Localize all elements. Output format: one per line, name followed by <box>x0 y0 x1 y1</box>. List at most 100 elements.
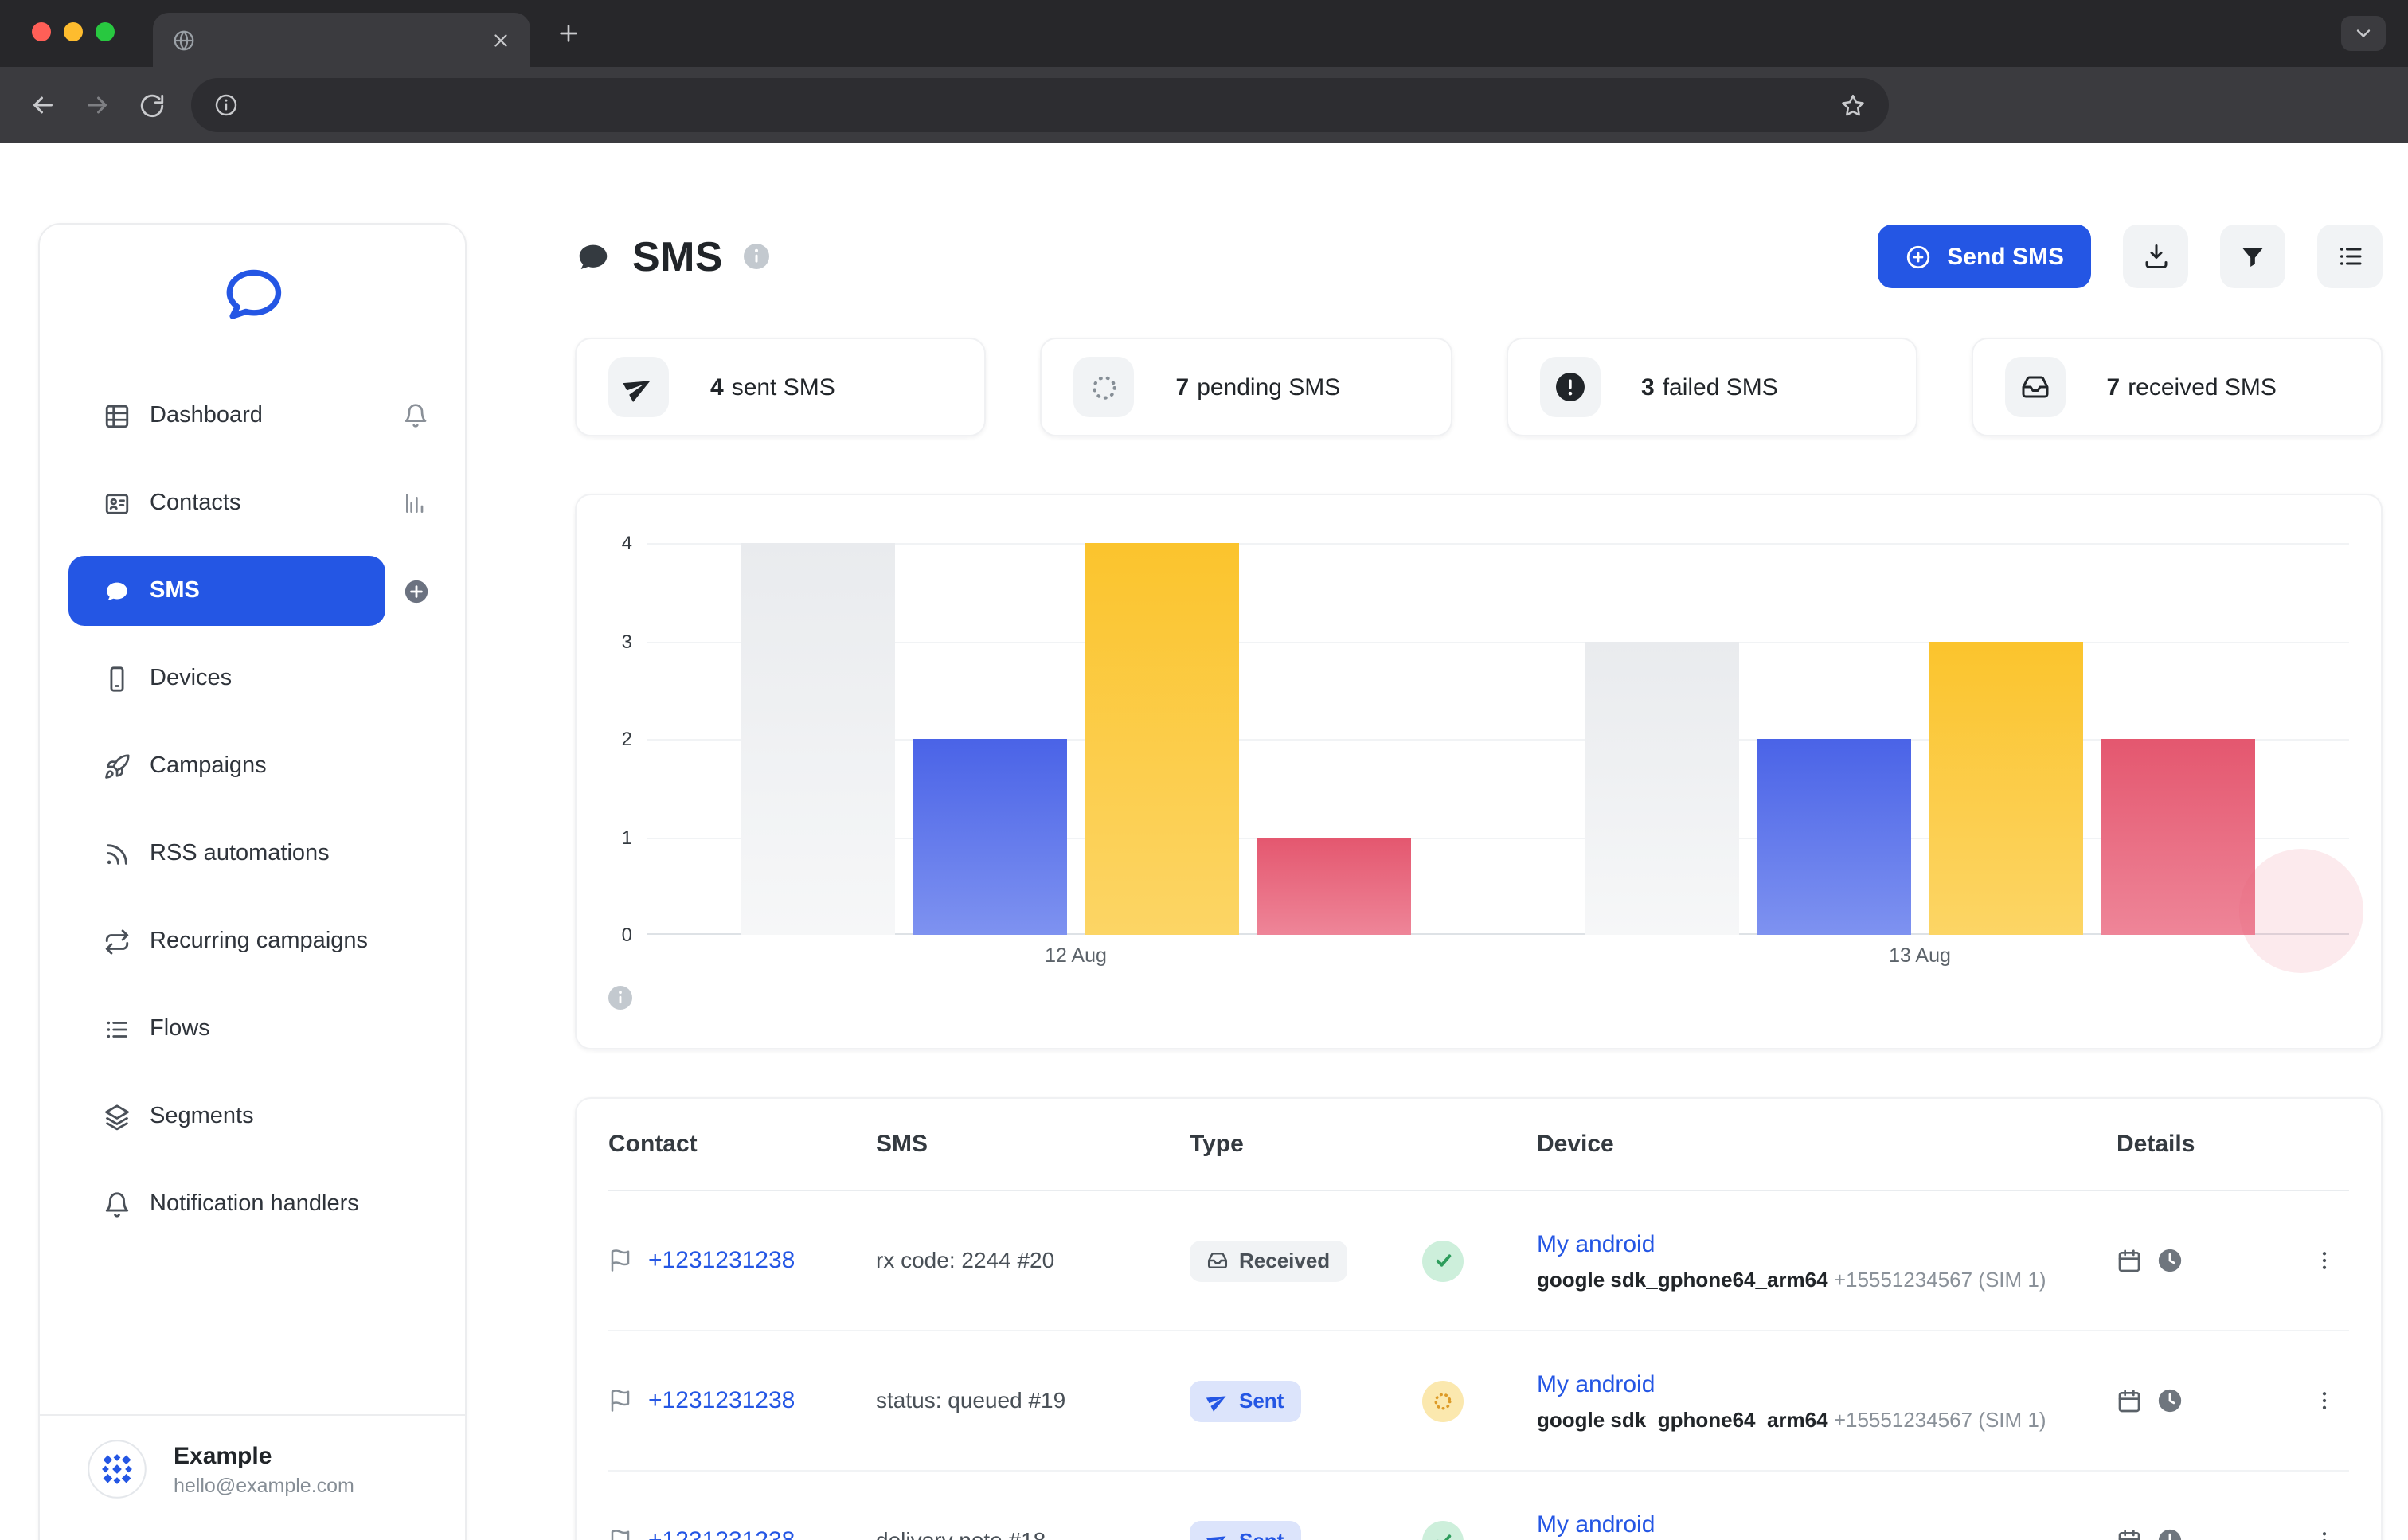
info-icon[interactable] <box>744 244 769 269</box>
sidebar-item-label: Segments <box>150 1104 254 1129</box>
contact-phone-link[interactable]: +1231231238 <box>648 1247 795 1274</box>
column-header-type: Type <box>1190 1131 1537 1158</box>
row-menu-kebab-icon[interactable] <box>2312 1389 2336 1413</box>
row-menu-kebab-icon[interactable] <box>2312 1249 2336 1272</box>
stat-text: 4sent SMS <box>710 373 835 401</box>
header-actions: Send SMS <box>1877 225 2383 288</box>
sidebar-item-notification-handlers[interactable]: Notification handlers <box>68 1169 436 1239</box>
y-tick: 4 <box>622 532 632 554</box>
new-tab-button[interactable] <box>556 21 581 46</box>
sidebar-item-segments[interactable]: Segments <box>68 1081 436 1151</box>
calendar-icon[interactable] <box>2117 1248 2142 1273</box>
inbox-icon <box>2005 357 2066 417</box>
bar-pending-12-aug <box>1085 543 1239 935</box>
forward-button[interactable] <box>70 78 124 132</box>
sidebar-item-label: Campaigns <box>150 753 267 779</box>
main-panel: SMS Send SMS <box>575 223 2383 1540</box>
clock-icon[interactable] <box>2156 1527 2183 1540</box>
address-bar[interactable] <box>191 78 1889 132</box>
y-tick: 0 <box>622 924 632 946</box>
column-header-sms: SMS <box>876 1131 1190 1158</box>
layers-icon <box>104 1103 131 1130</box>
site-info-icon[interactable] <box>213 92 239 118</box>
table-row: +1231231238 delivery note #18 Sent <box>608 1472 2349 1540</box>
sidebar-item-flows[interactable]: Flows <box>68 994 436 1064</box>
sidebar-item-rss-automations[interactable]: RSS automations <box>68 819 436 889</box>
grid-icon <box>104 402 131 429</box>
column-header-device: Device <box>1537 1131 2117 1158</box>
browser-window: Dashboard Contacts <box>0 0 2408 1540</box>
zoom-window-button[interactable] <box>96 22 115 41</box>
bookmark-star-icon[interactable] <box>1839 92 1867 119</box>
stat-card-received: 7received SMS <box>1972 338 2383 436</box>
alert-icon <box>1539 357 1600 417</box>
stat-text: 7received SMS <box>2107 373 2277 401</box>
bell-icon[interactable] <box>395 403 436 428</box>
bell-icon <box>104 1190 131 1218</box>
device-details: google sdk_gphone64_arm64 +15551234567 (… <box>1537 1407 2117 1431</box>
device-link[interactable]: My android <box>1537 1230 1655 1257</box>
list-view-button[interactable] <box>2317 225 2383 288</box>
download-button[interactable] <box>2123 225 2188 288</box>
repeat-icon <box>104 928 131 955</box>
bar-failed-13-aug <box>2101 739 2255 935</box>
sidebar-item-label: Notification handlers <box>150 1191 359 1217</box>
sidebar-item-label: Dashboard <box>150 403 263 428</box>
send-sms-button[interactable]: Send SMS <box>1877 225 2091 288</box>
clock-icon[interactable] <box>2156 1247 2183 1274</box>
sidebar-item-devices[interactable]: Devices <box>68 643 436 713</box>
close-tab-icon[interactable] <box>491 29 511 50</box>
y-tick: 3 <box>622 630 632 652</box>
sidebar-item-label: Recurring campaigns <box>150 928 368 954</box>
sms-bar-chart-card: 4 3 2 1 0 <box>575 494 2383 1049</box>
calendar-icon[interactable] <box>2117 1528 2142 1540</box>
device-link[interactable]: My android <box>1537 1370 1655 1397</box>
clock-icon[interactable] <box>2156 1387 2183 1414</box>
sms-message-text: status: queued #19 <box>876 1386 1065 1412</box>
calendar-icon[interactable] <box>2117 1388 2142 1413</box>
bar-plot <box>647 543 2349 935</box>
sidebar-item-contacts[interactable]: Contacts <box>68 468 436 538</box>
watermark-circle <box>2239 849 2363 973</box>
bar-received-13-aug <box>1585 641 1739 935</box>
tab-search-button[interactable] <box>2341 16 2386 51</box>
minimize-window-button[interactable] <box>64 22 83 41</box>
close-window-button[interactable] <box>32 22 51 41</box>
bar-failed-12-aug <box>1257 837 1411 935</box>
chart-info-icon[interactable] <box>608 986 634 1011</box>
stat-text: 7pending SMS <box>1176 373 1341 401</box>
table-row: +1231231238 status: queued #19 Sent <box>608 1331 2349 1472</box>
sidebar-item-recurring-campaigns[interactable]: Recurring campaigns <box>68 906 436 976</box>
back-button[interactable] <box>16 78 70 132</box>
paper-plane-icon <box>608 357 669 417</box>
profile-email: hello@example.com <box>174 1474 354 1496</box>
reload-button[interactable] <box>124 78 178 132</box>
bar-chart-icon[interactable] <box>395 491 436 516</box>
user-profile[interactable]: Example hello@example.com <box>40 1416 465 1499</box>
device-link[interactable]: My android <box>1537 1511 1655 1538</box>
browser-tab[interactable] <box>153 13 530 67</box>
plus-circle-icon[interactable] <box>395 577 436 604</box>
spinner-icon <box>1074 357 1135 417</box>
bar-sent-12-aug <box>913 739 1067 935</box>
type-badge-sent: Sent <box>1190 1520 1301 1540</box>
y-axis: 4 3 2 1 0 <box>608 543 647 935</box>
sidebar-item-sms[interactable]: SMS <box>68 556 436 626</box>
contact-phone-link[interactable]: +1231231238 <box>648 1387 795 1414</box>
column-header-details: Details <box>2117 1131 2349 1158</box>
avatar <box>88 1440 147 1499</box>
stat-text: 3failed SMS <box>1641 373 1778 401</box>
y-tick: 2 <box>622 728 632 750</box>
row-menu-kebab-icon[interactable] <box>2312 1529 2336 1540</box>
sidebar-item-label: Contacts <box>150 491 240 516</box>
x-axis-labels: 12 Aug 13 Aug <box>647 944 2349 967</box>
filter-button[interactable] <box>2220 225 2285 288</box>
status-success-icon <box>1422 1240 1464 1281</box>
sidebar-item-campaigns[interactable]: Campaigns <box>68 731 436 801</box>
sidebar-item-dashboard[interactable]: Dashboard <box>68 381 436 451</box>
bar-sent-13-aug <box>1757 739 1911 935</box>
contact-phone-link[interactable]: +1231231238 <box>648 1527 795 1540</box>
y-tick: 1 <box>622 826 632 848</box>
status-pending-icon <box>1422 1380 1464 1421</box>
browser-toolbar <box>0 67 2408 143</box>
